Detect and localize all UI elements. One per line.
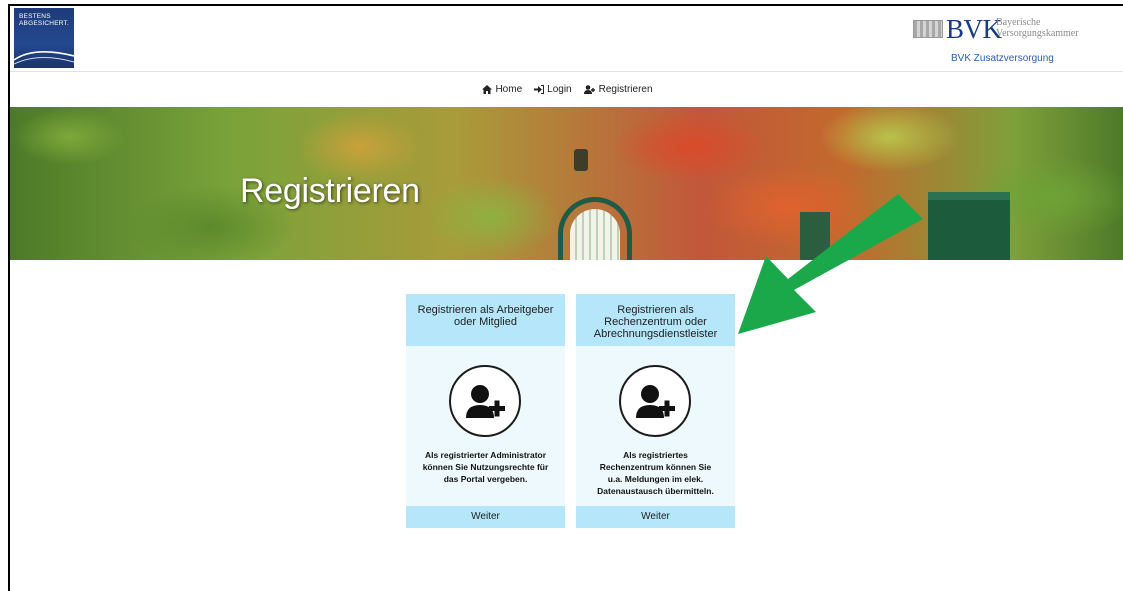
bestens-abgesichert-logo[interactable]: BESTENS ABGESICHERT. bbox=[14, 8, 74, 68]
main-nav: Home Login Registrieren bbox=[10, 76, 1123, 102]
bvk-title: BVK bbox=[946, 14, 1002, 44]
pillar-decoration-right bbox=[928, 192, 1010, 260]
add-user-icon bbox=[583, 84, 595, 94]
wave-icon bbox=[14, 51, 74, 65]
card-description: Als registriertes Rechenzentrum können S… bbox=[597, 450, 714, 496]
nav-registrieren[interactable]: Registrieren bbox=[583, 83, 653, 95]
card-description: Als registrierter Administrator können S… bbox=[422, 450, 549, 484]
add-user-icon bbox=[636, 385, 675, 418]
nav-login-label: Login bbox=[547, 83, 572, 95]
annotation-arrow-icon bbox=[738, 194, 923, 334]
nav-home[interactable]: Home bbox=[482, 84, 522, 95]
home-icon bbox=[482, 84, 493, 94]
bvk-logo[interactable]: BVK Bayerische Versorgungskammer BVK Zus… bbox=[913, 12, 1103, 67]
add-user-icon bbox=[466, 385, 505, 418]
weiter-button[interactable]: Weiter bbox=[576, 506, 735, 528]
nav-registrieren-label: Registrieren bbox=[598, 83, 653, 95]
nav-home-label: Home bbox=[495, 83, 523, 95]
bvk-subtitle: Bayerische Versorgungskammer bbox=[996, 17, 1079, 39]
page-title: Registrieren bbox=[240, 172, 420, 210]
arch-decoration bbox=[558, 197, 632, 260]
nav-login[interactable]: Login bbox=[534, 83, 572, 95]
card-title: Registrieren als Rechenzentrum oder Abre… bbox=[576, 294, 735, 346]
register-icon-button[interactable] bbox=[619, 365, 691, 437]
page: BESTENS ABGESICHERT. BVK Bayerische Vers… bbox=[8, 4, 1123, 591]
card-title: Registrieren als Arbeitgeber oder Mitgli… bbox=[406, 294, 565, 346]
register-card-rechenzentrum: Registrieren als Rechenzentrum oder Abre… bbox=[576, 294, 735, 528]
register-card-employer: Registrieren als Arbeitgeber oder Mitgli… bbox=[406, 294, 565, 528]
hero-banner: Registrieren bbox=[10, 107, 1123, 260]
bavaria-crest-icon bbox=[913, 20, 943, 38]
logo-left-text: BESTENS ABGESICHERT. bbox=[19, 13, 69, 27]
login-icon bbox=[534, 84, 545, 94]
bvk-subtitle-line1: Bayerische bbox=[996, 17, 1041, 28]
bvk-zusatzversorgung-link[interactable]: BVK Zusatzversorgung bbox=[951, 53, 1054, 64]
register-icon-button[interactable] bbox=[449, 365, 521, 437]
lantern-decoration bbox=[574, 149, 588, 171]
bvk-subtitle-line2: Versorgungskammer bbox=[996, 27, 1079, 39]
weiter-button[interactable]: Weiter bbox=[406, 506, 565, 528]
header: BESTENS ABGESICHERT. BVK Bayerische Vers… bbox=[10, 6, 1123, 72]
